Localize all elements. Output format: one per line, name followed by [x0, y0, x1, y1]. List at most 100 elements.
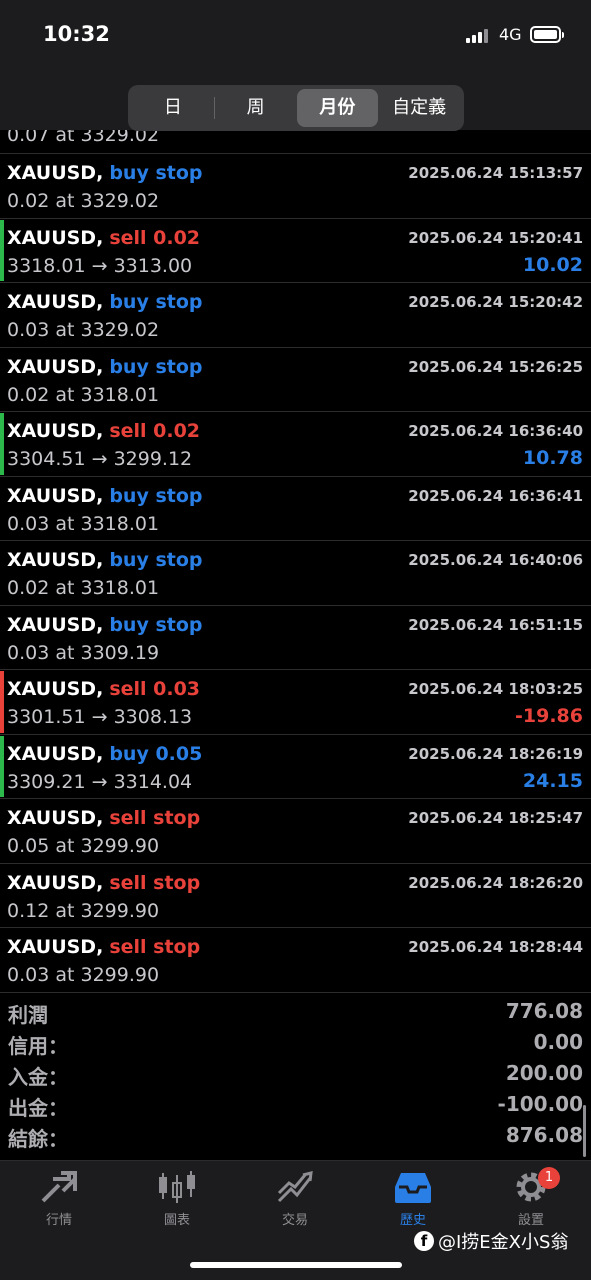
order-title: XAUUSD, buy 0.05 — [7, 743, 202, 765]
summary-label: 出金： — [8, 1096, 68, 1120]
list-item[interactable]: XAUUSD, sell 0.03 2025.06.24 18:03:25 3301.… — [0, 670, 591, 735]
order-detail: 0.12 at 3299.90 — [7, 899, 160, 922]
status-time: 10:32 — [43, 22, 110, 46]
order-detail: 0.02 at 3318.01 — [7, 577, 160, 599]
tab-label: 交易 — [281, 1213, 308, 1228]
battery-icon — [530, 26, 564, 43]
order-symbol: XAUUSD, — [7, 226, 104, 249]
facebook-icon: f — [414, 1231, 434, 1251]
watermark: f @I捞E金X小S翁 — [414, 1228, 568, 1254]
list-item[interactable]: XAUUSD, sell stop 2025.06.24 18:28:44 0.03 … — [0, 928, 591, 993]
order-profit: 10.02 — [522, 253, 583, 276]
summary-profit: 利潤 776.08 — [0, 997, 591, 1028]
order-symbol: XAUUSD, — [7, 484, 104, 507]
order-symbol: XAUUSD, — [7, 420, 104, 442]
order-symbol: XAUUSD, — [7, 936, 104, 958]
tab-quotes[interactable]: 行情 — [0, 1169, 118, 1228]
order-timestamp: 2025.06.24 15:20:41 — [408, 228, 583, 247]
tab-history[interactable]: 歷史 — [354, 1169, 472, 1228]
tab-label: 設置 — [517, 1213, 544, 1228]
order-title: XAUUSD, sell stop — [7, 872, 200, 894]
list-item[interactable]: XAUUSD, sell stop 2025.06.24 18:26:20 0.12 … — [0, 864, 591, 928]
notification-badge: 1 — [538, 1167, 560, 1189]
order-type: buy stop — [109, 355, 203, 378]
order-symbol: XAUUSD, — [7, 678, 104, 700]
order-type: sell stop — [109, 871, 201, 894]
order-symbol: XAUUSD, — [7, 162, 104, 184]
order-type: buy stop — [109, 613, 203, 636]
order-symbol: XAUUSD, — [7, 613, 104, 636]
summary-value: 0.00 — [533, 1030, 583, 1054]
order-title: XAUUSD, buy stop — [7, 614, 203, 636]
order-symbol: XAUUSD, — [7, 742, 104, 765]
order-type: sell 0.02 — [109, 226, 201, 249]
list-item[interactable]: XAUUSD, sell 0.02 2025.06.24 15:20:41 3318.… — [0, 219, 591, 283]
summary-value: 200.00 — [505, 1061, 583, 1085]
order-detail: 0.02 at 3329.02 — [7, 190, 160, 212]
order-type: sell 0.02 — [109, 420, 201, 442]
tab-custom[interactable]: 自定義 — [378, 89, 460, 127]
summary-value: -100.00 — [497, 1092, 583, 1116]
summary-label: 信用： — [8, 1034, 68, 1058]
order-detail: 0.03 at 3299.90 — [7, 964, 160, 986]
order-title: XAUUSD, sell 0.02 — [7, 227, 200, 249]
order-type: sell stop — [109, 807, 201, 829]
quotes-icon — [41, 1171, 77, 1203]
order-detail: 3301.51 → 3308.13 — [7, 706, 193, 728]
order-profit: -19.86 — [515, 705, 583, 727]
tab-trade[interactable]: 交易 — [236, 1169, 354, 1228]
order-detail: 0.03 at 3318.01 — [7, 512, 160, 535]
top-bar: 10:32 4G 日 周 月份 自定義 — [0, 0, 591, 131]
list-item[interactable]: XAUUSD, buy stop 2025.06.24 15:26:25 0.02 a… — [0, 348, 591, 412]
list-item[interactable]: XAUUSD, buy stop 2025.06.24 16:51:15 0.03 a… — [0, 606, 591, 670]
tab-label: 行情 — [45, 1213, 72, 1228]
list-item[interactable]: XAUUSD, buy 0.05 2025.06.24 18:26:19 3309.2… — [0, 735, 591, 799]
order-type: buy stop — [109, 484, 203, 507]
order-type: sell stop — [109, 936, 201, 958]
order-title: XAUUSD, buy stop — [7, 356, 203, 378]
list-item[interactable]: XAUUSD, buy stop 2025.06.24 15:20:42 0.03 a… — [0, 283, 591, 348]
order-timestamp: 2025.06.24 18:25:47 — [408, 809, 583, 827]
scrollbar[interactable] — [583, 1105, 586, 1157]
order-timestamp: 2025.06.24 16:40:06 — [408, 551, 583, 569]
order-timestamp: 2025.06.24 15:26:25 — [408, 357, 583, 376]
order-detail: 3309.21 → 3314.04 — [7, 770, 193, 793]
tab-month[interactable]: 月份 — [296, 89, 379, 127]
account-summary: 利潤 776.08 信用： 0.00 入金： 200.00 出金： -100.0… — [0, 997, 591, 1152]
status-bar-indicator — [0, 671, 4, 733]
list-item[interactable]: XAUUSD, sell stop 2025.06.24 18:25:47 0.05 … — [0, 799, 591, 864]
order-title: XAUUSD, buy stop — [7, 162, 203, 184]
order-timestamp: 2025.06.24 18:03:25 — [408, 680, 583, 698]
tab-chart[interactable]: 圖表 — [118, 1169, 236, 1228]
tab-settings[interactable]: 1 設置 — [472, 1167, 590, 1228]
list-item[interactable]: XAUUSD, sell 0.02 2025.06.24 16:36:40 3304.… — [0, 412, 591, 477]
summary-value: 776.08 — [505, 999, 583, 1023]
list-item[interactable]: XAUUSD, buy stop 2025.06.24 16:40:06 0.02 a… — [0, 541, 591, 606]
period-segmented-control: 日 周 月份 自定義 — [128, 85, 464, 131]
summary-value: 876.08 — [505, 1123, 583, 1147]
history-list: 0.07 at 3329.02 XAUUSD, buy stop 2025.06.2… — [0, 91, 591, 993]
order-timestamp: 2025.06.24 18:26:19 — [408, 744, 583, 763]
order-symbol: XAUUSD, — [7, 807, 104, 829]
tab-day[interactable]: 日 — [132, 89, 214, 127]
order-profit: 10.78 — [522, 447, 583, 469]
tab-week[interactable]: 周 — [215, 89, 297, 127]
order-type: buy stop — [109, 291, 203, 313]
home-indicator — [190, 1262, 402, 1268]
order-detail: 0.03 at 3309.19 — [7, 641, 160, 664]
list-item[interactable]: XAUUSD, buy stop 2025.06.24 15:13:57 0.02 a… — [0, 154, 591, 219]
summary-balance: 結餘： 876.08 — [0, 1121, 591, 1152]
order-title: XAUUSD, sell stop — [7, 936, 200, 958]
order-title: XAUUSD, sell 0.03 — [7, 678, 200, 700]
order-symbol: XAUUSD, — [7, 355, 104, 378]
order-symbol: XAUUSD, — [7, 549, 104, 571]
order-timestamp: 2025.06.24 16:51:15 — [408, 615, 583, 634]
list-item[interactable]: XAUUSD, buy stop 2025.06.24 16:36:41 0.03 a… — [0, 477, 591, 541]
order-symbol: XAUUSD, — [7, 871, 104, 894]
order-timestamp: 2025.06.24 16:36:40 — [408, 422, 583, 440]
order-detail: 0.02 at 3318.01 — [7, 383, 160, 406]
order-type: buy 0.05 — [109, 742, 203, 765]
tab-label: 歷史 — [399, 1213, 426, 1228]
chart-icon — [159, 1171, 195, 1203]
order-title: XAUUSD, buy stop — [7, 549, 203, 571]
